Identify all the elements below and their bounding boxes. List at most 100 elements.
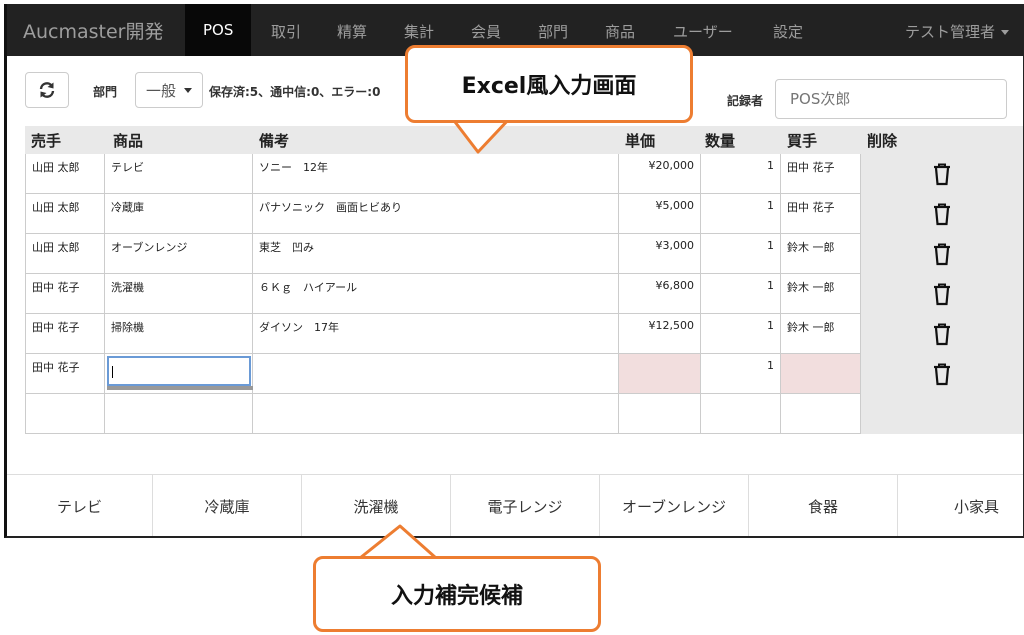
callout-top-pointer [450, 115, 512, 154]
cell-price[interactable] [619, 354, 701, 394]
recorder-label: 記録者 [727, 94, 764, 108]
nav-item-settei[interactable]: 設定 [773, 21, 803, 42]
completion-candidates-bar: テレビ 冷蔵庫 洗濯機 電子レンジ オーブンレンジ 食器 小家具 [7, 474, 1023, 536]
trash-icon [934, 283, 950, 306]
nav-item-torihiki[interactable]: 取引 [271, 21, 301, 42]
cell-price[interactable]: ¥20,000 [619, 154, 701, 194]
delete-row-button[interactable] [861, 234, 1023, 274]
cell-buyer[interactable]: 田中 花子 [781, 194, 861, 234]
cell-seller[interactable]: 田中 花子 [25, 354, 105, 394]
cell-qty[interactable]: 1 [701, 194, 781, 234]
candidate-button[interactable]: 電子レンジ [451, 475, 600, 536]
table-row-editing: 田中 花子 1 [25, 354, 1023, 394]
cell-note[interactable]: 東芝 凹み [253, 234, 619, 274]
cell-item[interactable]: オーブンレンジ [105, 234, 253, 274]
delete-row-button[interactable] [861, 154, 1023, 194]
user-menu[interactable]: テスト管理者 [905, 21, 1009, 42]
cell-seller[interactable]: 山田 太郎 [25, 234, 105, 274]
cell-item[interactable]: 冷蔵庫 [105, 194, 253, 234]
table-row: 田中 花子 掃除機 ダイソン 17年 ¥12,500 1 鈴木 一郎 [25, 314, 1023, 354]
cell-price[interactable]: ¥6,800 [619, 274, 701, 314]
cell-buyer[interactable]: 鈴木 一郎 [781, 234, 861, 274]
cell-buyer[interactable] [781, 394, 861, 434]
cell-buyer[interactable] [781, 354, 861, 394]
trash-icon [934, 323, 950, 346]
cell-seller[interactable]: 山田 太郎 [25, 154, 105, 194]
trash-icon [934, 163, 950, 186]
cell-price[interactable]: ¥12,500 [619, 314, 701, 354]
header-qty: 数量 [705, 132, 736, 150]
chevron-down-icon [184, 87, 193, 93]
header-price: 単価 [625, 132, 656, 150]
cell-qty[interactable]: 1 [701, 274, 781, 314]
nav-item-seisan[interactable]: 精算 [337, 21, 367, 42]
delete-column-empty [861, 394, 1023, 434]
cell-buyer[interactable]: 田中 花子 [781, 154, 861, 194]
cell-note[interactable]: ダイソン 17年 [253, 314, 619, 354]
active-cell-shadow [107, 386, 253, 390]
nav-item-pos[interactable]: POS [185, 4, 252, 56]
delete-row-button[interactable] [861, 274, 1023, 314]
cell-item[interactable]: 洗濯機 [105, 274, 253, 314]
cell-note[interactable] [253, 394, 619, 434]
candidate-button[interactable]: 冷蔵庫 [153, 475, 302, 536]
cell-item[interactable]: テレビ [105, 154, 253, 194]
table-row: 山田 太郎 オーブンレンジ 東芝 凹み ¥3,000 1 鈴木 一郎 [25, 234, 1023, 274]
header-buyer: 買手 [787, 132, 818, 150]
save-status-text: 保存済:5、通中信:0、エラー:0 [209, 85, 381, 99]
cell-price[interactable]: ¥5,000 [619, 194, 701, 234]
recorder-input[interactable] [775, 79, 1007, 119]
delete-row-button[interactable] [861, 314, 1023, 354]
cell-note[interactable]: ６Ｋｇ ハイアール [253, 274, 619, 314]
brand-title[interactable]: Aucmaster開発 [23, 17, 164, 44]
cell-qty[interactable]: 1 [701, 234, 781, 274]
table-row: 田中 花子 洗濯機 ６Ｋｇ ハイアール ¥6,800 1 鈴木 一郎 [25, 274, 1023, 314]
cell-buyer[interactable]: 鈴木 一郎 [781, 314, 861, 354]
header-note: 備考 [259, 132, 290, 150]
cell-qty[interactable]: 1 [701, 314, 781, 354]
nav-item-user[interactable]: ユーザー [673, 21, 733, 42]
cell-seller[interactable]: 田中 花子 [25, 314, 105, 354]
candidate-button[interactable]: 小家具 [898, 475, 1023, 536]
delete-row-button[interactable] [861, 194, 1023, 234]
cell-price[interactable]: ¥3,000 [619, 234, 701, 274]
cell-seller[interactable] [25, 394, 105, 434]
refresh-icon [39, 82, 55, 98]
header-seller: 売手 [31, 132, 62, 150]
trash-icon [934, 243, 950, 266]
cell-item[interactable] [105, 394, 253, 434]
candidate-button[interactable]: オーブンレンジ [600, 475, 749, 536]
cell-price[interactable] [619, 394, 701, 434]
refresh-button[interactable] [25, 72, 69, 108]
table-row-empty [25, 394, 1023, 434]
cell-qty[interactable]: 1 [701, 154, 781, 194]
header-delete: 削除 [867, 132, 898, 150]
candidate-button[interactable]: テレビ [7, 475, 153, 536]
active-cell-input[interactable] [107, 356, 251, 386]
cell-seller[interactable]: 田中 花子 [25, 274, 105, 314]
nav-item-shohin[interactable]: 商品 [605, 21, 635, 42]
nav-item-bumon[interactable]: 部門 [538, 21, 568, 42]
table-row: 山田 太郎 冷蔵庫 パナソニック 画面ヒビあり ¥5,000 1 田中 花子 [25, 194, 1023, 234]
nav-item-kaiin[interactable]: 会員 [471, 21, 501, 42]
trash-icon [934, 363, 950, 386]
delete-row-button[interactable] [861, 354, 1023, 394]
callout-completion: 入力補完候補 [313, 556, 601, 632]
trash-icon [934, 203, 950, 226]
candidate-button[interactable]: 食器 [749, 475, 898, 536]
bumon-select[interactable]: 一般 [135, 72, 203, 108]
cell-note[interactable]: ソニー 12年 [253, 154, 619, 194]
cell-buyer[interactable]: 鈴木 一郎 [781, 274, 861, 314]
cell-qty[interactable] [701, 394, 781, 434]
nav-item-shukei[interactable]: 集計 [404, 21, 434, 42]
cell-note[interactable]: パナソニック 画面ヒビあり [253, 194, 619, 234]
chevron-down-icon [1001, 30, 1009, 35]
cell-item[interactable]: 掃除機 [105, 314, 253, 354]
cell-note[interactable] [253, 354, 619, 394]
callout-excel-input-text: Excel風入力画面 [461, 74, 637, 99]
cell-seller[interactable]: 山田 太郎 [25, 194, 105, 234]
bumon-select-value: 一般 [146, 81, 177, 100]
cell-qty[interactable]: 1 [701, 354, 781, 394]
user-menu-label: テスト管理者 [904, 23, 995, 41]
callout-excel-input: Excel風入力画面 [405, 45, 693, 123]
